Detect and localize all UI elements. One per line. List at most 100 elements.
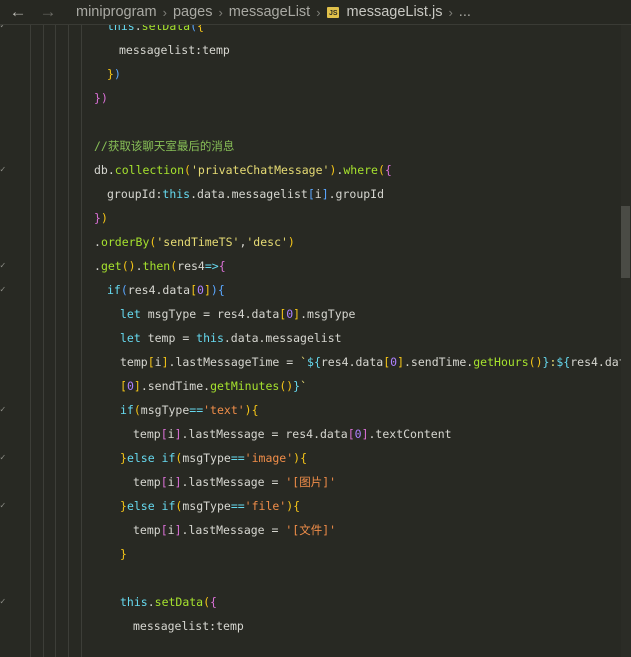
forward-arrow-icon[interactable]: → — [36, 2, 60, 22]
code-line[interactable]: groupId:this.data.messagelist[i].groupId — [0, 182, 631, 206]
code-token: } — [120, 499, 127, 513]
code-token: { — [293, 499, 301, 513]
code-line[interactable]: this.setData({ — [0, 25, 631, 38]
code-token: { — [218, 259, 226, 273]
code-token: setData — [141, 25, 191, 33]
code-editor[interactable]: ✓ this.setData({messagelist:temp})})//获取该… — [0, 25, 631, 657]
code-token: messagelist — [133, 619, 210, 633]
code-line[interactable]: }else if(msgType=='image'){ — [0, 446, 631, 470]
code-token: msgType = res4.data — [140, 307, 280, 321]
code-line[interactable]: temp[i].lastMessageTime = `${res4.data[0… — [0, 350, 631, 374]
code-token: == — [230, 451, 245, 465]
code-token: .lastMessage = — [181, 475, 286, 489]
code-token: ( — [133, 403, 141, 417]
code-line[interactable]: }) — [0, 86, 631, 110]
code-token: { — [300, 451, 308, 465]
code-token: 'sendTimeTS' — [156, 235, 240, 249]
code-token: { — [251, 403, 259, 417]
chevron-right-icon: › — [218, 4, 223, 20]
code-token: } — [120, 547, 127, 561]
code-token: .msgType — [300, 307, 356, 321]
code-line[interactable]: }) — [0, 206, 631, 230]
code-token: i — [167, 475, 175, 489]
code-token: . — [134, 25, 142, 33]
code-token: messagelist — [119, 43, 196, 57]
code-token: res4 — [177, 259, 205, 273]
code-token: } — [94, 211, 101, 225]
code-token: ] — [361, 427, 369, 441]
code-line[interactable]: [0].sendTime.getMinutes()}` — [0, 374, 631, 398]
code-token: let — [120, 307, 141, 321]
breadcrumb-item-more[interactable]: ... — [459, 4, 471, 20]
code-token: ` — [300, 355, 308, 369]
breadcrumb-bar: ← → miniprogram › pages › messageList › … — [0, 0, 631, 25]
chevron-right-icon: › — [448, 4, 453, 20]
code-line[interactable]: temp[i].lastMessage = '[图片]' — [0, 470, 631, 494]
code-line[interactable] — [0, 566, 631, 590]
code-line[interactable]: temp[i].lastMessage = res4.data[0].textC… — [0, 422, 631, 446]
code-token: .sendTime. — [140, 379, 211, 393]
code-line[interactable]: }else if(msgType=='file'){ — [0, 494, 631, 518]
code-line[interactable]: .get().then(res4=>{ — [0, 254, 631, 278]
code-token: get — [100, 259, 122, 273]
code-token: { — [384, 163, 392, 177]
code-token: } — [107, 67, 114, 81]
code-token: temp — [133, 427, 161, 441]
code-token: } — [120, 451, 127, 465]
code-token: [ — [160, 475, 168, 489]
code-line[interactable]: }) — [0, 62, 631, 86]
breadcrumb: miniprogram › pages › messageList › JS m… — [76, 4, 471, 20]
code-token: 0 — [126, 379, 134, 393]
vertical-scrollbar[interactable] — [621, 25, 631, 657]
breadcrumb-item-miniprogram[interactable]: miniprogram — [76, 4, 157, 20]
code-line[interactable]: //获取该聊天室最后的消息 — [0, 134, 631, 158]
code-token: ( — [190, 25, 198, 33]
code-token: groupId — [107, 187, 156, 201]
code-token: i — [154, 355, 162, 369]
code-token: { — [197, 25, 204, 33]
code-token: ) — [287, 235, 295, 249]
code-token: this — [120, 595, 148, 609]
code-token: 'image' — [244, 451, 294, 465]
code-token: temp — [216, 619, 244, 633]
code-line[interactable]: if(msgType=='text'){ — [0, 398, 631, 422]
code-token: .data.messagelist — [190, 187, 308, 201]
code-token: .data.messagelist — [223, 331, 342, 345]
code-token: ] — [133, 379, 141, 393]
code-token: ${ — [307, 355, 321, 369]
code-token: ( — [120, 283, 128, 297]
code-line[interactable]: .orderBy('sendTimeTS','desc') — [0, 230, 631, 254]
code-token: ] — [321, 187, 329, 201]
code-line[interactable]: if(res4.data[0]){ — [0, 278, 631, 302]
code-token: 'file' — [244, 499, 287, 513]
scrollbar-thumb[interactable] — [621, 206, 630, 278]
code-token: ${ — [556, 355, 571, 369]
breadcrumb-item-pages[interactable]: pages — [173, 4, 213, 20]
code-token: res4.data — [127, 283, 191, 297]
code-token: ) — [244, 403, 252, 417]
code-token: where — [343, 163, 378, 177]
code-token: i — [167, 523, 175, 537]
code-token: temp = — [140, 331, 197, 345]
code-token: '[图片]' — [285, 475, 337, 489]
code-line[interactable]: let msgType = res4.data[0].msgType — [0, 302, 631, 326]
back-arrow-icon[interactable]: ← — [6, 2, 30, 22]
code-token: [ — [190, 283, 198, 297]
code-line[interactable]: messagelist:temp — [0, 38, 631, 62]
code-line[interactable]: this.setData({ — [0, 590, 631, 614]
code-token: ` — [300, 379, 308, 393]
code-token: == — [230, 499, 245, 513]
code-token: .lastMessage = — [181, 523, 286, 537]
code-line[interactable]: let temp = this.data.messagelist — [0, 326, 631, 350]
code-line[interactable]: db.collection('privateChatMessage').wher… — [0, 158, 631, 182]
code-line[interactable] — [0, 110, 631, 134]
code-line[interactable]: temp[i].lastMessage = '[文件]' — [0, 518, 631, 542]
code-token: ] — [174, 523, 182, 537]
code-token: .sendTime. — [404, 355, 474, 369]
code-line[interactable]: } — [0, 542, 631, 566]
code-line[interactable]: messagelist:temp — [0, 614, 631, 638]
code-token: } — [94, 91, 101, 105]
breadcrumb-item-file[interactable]: messageList.js — [347, 4, 443, 20]
code-token: . — [94, 235, 101, 249]
breadcrumb-item-messagelist[interactable]: messageList — [229, 4, 310, 20]
